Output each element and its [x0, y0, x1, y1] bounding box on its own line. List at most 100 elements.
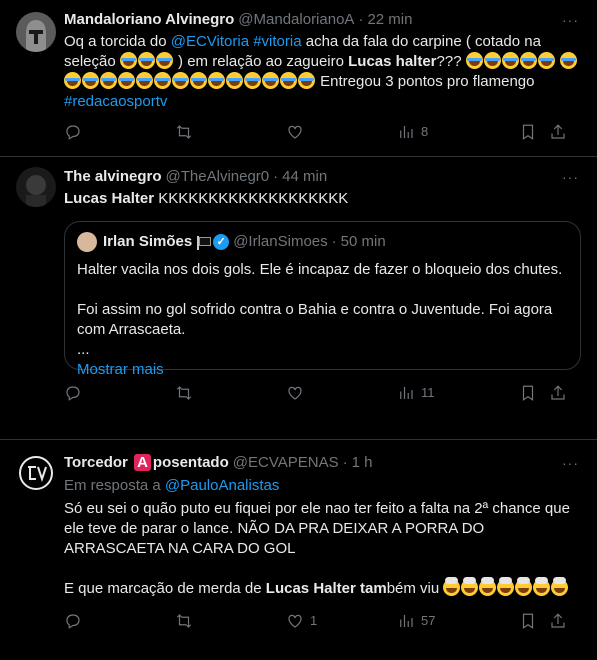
bold-text: Lucas halter [348, 53, 437, 70]
laughing-emoji-icon [519, 52, 537, 69]
laughing-emoji-icon [172, 72, 189, 89]
separator-dot: · [342, 454, 348, 471]
views-button[interactable]: 8 [397, 122, 428, 142]
share-icon [551, 385, 565, 400]
bold-text: tam [355, 580, 387, 597]
share-icon [551, 124, 565, 139]
quoted-user-handle: @IrlanSimoes [233, 233, 328, 250]
avatar[interactable] [16, 12, 56, 52]
like-button[interactable] [286, 384, 304, 402]
reply-icon [66, 125, 80, 140]
quoted-tweet[interactable]: Irlan Simões ✓ @IrlanSimoes · 50 min Hal… [64, 221, 581, 378]
alvinegro-avatar-image [16, 167, 56, 207]
display-name[interactable]: Mandaloriano Alvinegro [64, 10, 234, 30]
show-more-link[interactable]: Mostrar mais [77, 360, 568, 380]
more-options-icon[interactable]: ··· [562, 10, 579, 30]
name-part: Torcedor [64, 454, 133, 471]
timestamp[interactable]: 44 min [282, 167, 327, 187]
reply-button[interactable] [64, 612, 82, 630]
exploding-head-emoji-icon [551, 577, 569, 596]
like-icon [288, 386, 302, 400]
user-handle[interactable]: @MandalorianoA [238, 10, 354, 30]
views-button[interactable]: 11 [397, 383, 435, 403]
name-letter-badge: A [134, 454, 151, 471]
timestamp[interactable]: 1 h [352, 453, 373, 473]
bookmark-button[interactable] [519, 612, 537, 630]
exploding-head-emoji-icon [461, 577, 479, 596]
separator-dot: · [358, 11, 364, 28]
bookmark-icon [522, 385, 534, 401]
action-bar: 8 [64, 122, 581, 142]
views-icon [400, 615, 413, 627]
quoted-ellipsis: ... [77, 341, 90, 358]
likes-count: 1 [310, 613, 318, 628]
avatar[interactable] [16, 167, 56, 207]
reply-button[interactable] [64, 123, 82, 141]
tweet-text: Só eu sei o quão puto eu fiquei por ele … [64, 500, 570, 557]
like-button[interactable] [286, 123, 304, 141]
reply-prefix: Em resposta a [64, 477, 165, 494]
tweet[interactable]: Mandaloriano Alvinegro @MandalorianoA · … [0, 0, 597, 157]
exploding-head-emoji-icon [533, 577, 551, 596]
mention-link[interactable]: @ECVitoria [171, 33, 249, 50]
reply-button[interactable] [64, 384, 82, 402]
bold-text: Lucas Halter [64, 190, 155, 207]
exploding-head-emoji-icon [479, 577, 497, 596]
text-segment: ??? [436, 53, 466, 70]
action-bar: 1 57 [64, 611, 581, 631]
laughing-emoji-icon [136, 72, 153, 89]
text-segment: bém viu [386, 580, 444, 597]
share-button[interactable] [549, 612, 567, 630]
share-icon [551, 613, 565, 628]
hashtag-link[interactable]: #vitoria [253, 33, 301, 50]
text-segment: E que marcação de merda de [64, 580, 266, 597]
tweet-text: E que marcação de merda de Lucas Halter … [64, 577, 581, 599]
laughing-emoji-icon [226, 72, 243, 89]
timestamp[interactable]: 22 min [367, 10, 412, 30]
share-button[interactable] [549, 123, 567, 141]
text-segment: KKKKKKKKKKKKKKKKKKK [154, 190, 349, 207]
tweet[interactable]: The alvinegro @TheAlvinegr0 · 44 min ···… [0, 157, 597, 440]
more-options-icon[interactable]: ··· [562, 453, 579, 473]
tweet[interactable]: Torcedor Aposentado @ECVAPENAS · 1 h ···… [0, 440, 597, 660]
quoted-display-name: Irlan Simões [103, 233, 193, 250]
laughing-emoji-icon [537, 52, 555, 69]
user-handle[interactable]: @ECVAPENAS [233, 453, 339, 473]
laughing-emoji-icon [208, 72, 225, 89]
reply-icon [66, 614, 80, 629]
hashtag-link[interactable]: #redacaosportv [64, 93, 167, 110]
laughing-emoji-icon [119, 52, 137, 69]
reply-to-link[interactable]: @PauloAnalistas [165, 477, 279, 494]
laughing-emoji-icon [82, 72, 99, 89]
views-icon [400, 387, 413, 399]
like-button[interactable]: 1 [286, 611, 317, 631]
like-icon [288, 614, 302, 628]
views-icon [400, 126, 413, 138]
name-part: posentado [152, 454, 229, 471]
retweet-button[interactable] [175, 612, 193, 630]
laughing-emoji-icon [100, 72, 117, 89]
laughing-emoji-icon [190, 72, 207, 89]
more-options-icon[interactable]: ··· [562, 167, 579, 187]
text-segment: Entregou 3 pontos pro flamengo [316, 73, 535, 90]
avatar[interactable] [16, 453, 56, 493]
share-button[interactable] [549, 384, 567, 402]
separator-dot: · [273, 168, 279, 185]
laughing-emoji-icon [280, 72, 297, 89]
retweet-icon [176, 614, 192, 628]
user-handle[interactable]: @TheAlvinegr0 [166, 167, 270, 187]
laughing-emoji-icon [155, 52, 173, 69]
retweet-button[interactable] [175, 123, 193, 141]
retweet-button[interactable] [175, 384, 193, 402]
quoted-text-line: Foi assim no gol sofrido contra o Bahia … [77, 301, 553, 338]
views-count: 11 [421, 385, 435, 400]
reply-context: Em resposta a @PauloAnalistas [64, 476, 581, 496]
text-segment: ) em relação ao zagueiro [173, 53, 349, 70]
display-name[interactable]: Torcedor Aposentado [64, 453, 229, 473]
reply-icon [66, 386, 80, 401]
bookmark-button[interactable] [519, 384, 537, 402]
laughing-emoji-icon [501, 52, 519, 69]
views-button[interactable]: 57 [397, 611, 435, 631]
display-name[interactable]: The alvinegro [64, 167, 162, 187]
bookmark-button[interactable] [519, 123, 537, 141]
